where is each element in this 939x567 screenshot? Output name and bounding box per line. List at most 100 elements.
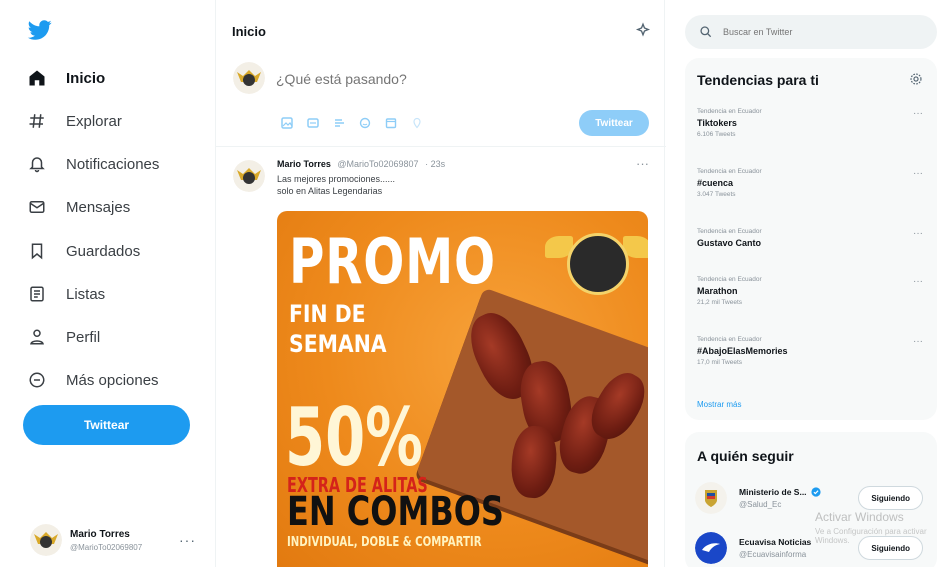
- compose-input[interactable]: [276, 68, 636, 90]
- nav-item-label: Inicio: [66, 69, 106, 87]
- trend-item[interactable]: Tendencia en Ecuador Marathon 21,2 mil T…: [697, 276, 927, 306]
- search-input[interactable]: [723, 27, 913, 37]
- gear-icon[interactable]: [909, 72, 923, 86]
- trend-item[interactable]: Tendencia en Ecuador #cuenca 3.047 Tweet…: [697, 168, 927, 198]
- page-title: Inicio: [232, 24, 266, 39]
- tweet[interactable]: Mario Torres @MarioTo02069807 · 23s ··· …: [216, 148, 666, 567]
- compose-tweet-button[interactable]: Twittear: [579, 110, 649, 136]
- avatar: [233, 62, 265, 94]
- tweet-handle: @MarioTo02069807: [337, 159, 419, 169]
- trend-item[interactable]: Tendencia en Ecuador #AbajoElasMemories …: [697, 336, 927, 366]
- bell-icon: [26, 153, 48, 175]
- follow-name: Ministerio de S...: [739, 487, 849, 497]
- trend-context: Tendencia en Ecuador: [697, 276, 762, 283]
- bookmark-icon: [26, 240, 48, 262]
- more-icon[interactable]: ···: [913, 168, 923, 179]
- nav-item-perfil[interactable]: Perfil: [26, 323, 100, 351]
- trend-name: Gustavo Canto: [697, 238, 762, 248]
- trend-context: Tendencia en Ecuador: [697, 168, 762, 175]
- trend-context: Tendencia en Ecuador: [697, 336, 762, 343]
- tweet-text: Las mejores promociones...... solo en Al…: [277, 173, 395, 197]
- nav-item-label: Mensajes: [66, 198, 131, 216]
- avatar: [695, 532, 727, 564]
- promo-discount: 50%: [285, 391, 423, 484]
- more-circle-icon: [26, 369, 48, 391]
- twitter-logo-icon[interactable]: [26, 18, 54, 42]
- nav-item-explorar[interactable]: Explorar: [26, 107, 122, 135]
- sparkle-icon[interactable]: [634, 22, 652, 40]
- tweet-media-image[interactable]: PROMO FIN DE SEMANA 50% EXTRA DE ALITAS …: [277, 211, 648, 567]
- follow-handle: @Ecuavisainforma: [739, 550, 807, 559]
- trends-panel: Tendencias para ti Tendencia en Ecuador …: [685, 58, 937, 420]
- who-to-follow-panel: A quién seguir Ministerio de S... @Salud…: [685, 432, 937, 567]
- composer-toolbar: [278, 114, 434, 132]
- nav-item-mensajes[interactable]: Mensajes: [26, 193, 130, 221]
- nav-item-guardados[interactable]: Guardados: [26, 237, 140, 265]
- image-icon[interactable]: [278, 114, 296, 132]
- nav-item-label: Guardados: [66, 242, 141, 260]
- promo-subline: FIN DE: [289, 300, 366, 328]
- tweet-text-line: Las mejores promociones......: [277, 174, 396, 184]
- show-more-link[interactable]: Mostrar más: [697, 400, 741, 409]
- nav-item-label: Más opciones: [66, 371, 159, 389]
- poll-icon[interactable]: [330, 114, 348, 132]
- location-icon[interactable]: [408, 114, 426, 132]
- nav-item-label: Explorar: [66, 112, 122, 130]
- nav-item-label: Listas: [66, 285, 106, 303]
- account-name: Mario Torres: [70, 528, 130, 540]
- trend-name: Marathon: [697, 286, 738, 296]
- trend-context: Tendencia en Ecuador: [697, 228, 762, 235]
- more-icon[interactable]: ···: [913, 336, 923, 347]
- trend-item[interactable]: Tendencia en Ecuador Tiktokers 6.106 Twe…: [697, 108, 927, 138]
- more-icon[interactable]: ···: [913, 228, 923, 239]
- right-column: Tendencias para ti Tendencia en Ecuador …: [683, 0, 939, 567]
- home-icon: [26, 67, 48, 89]
- main-header: Inicio: [216, 0, 666, 50]
- gif-icon[interactable]: [304, 114, 322, 132]
- trend-count: 3.047 Tweets: [697, 191, 736, 198]
- account-handle: @MarioTo02069807: [70, 542, 143, 552]
- avatar: [695, 482, 727, 514]
- follow-title: A quién seguir: [697, 448, 794, 464]
- promo-headline: PROMO: [289, 225, 496, 298]
- main-column: Inicio ¿Qué está pasando? Twittear Mario…: [215, 0, 666, 567]
- search-icon: [700, 26, 712, 38]
- more-icon[interactable]: ···: [913, 108, 923, 119]
- nav-item-mas-opciones[interactable]: Más opciones: [26, 366, 159, 394]
- tweet-composer: Twittear: [216, 52, 666, 147]
- following-button[interactable]: Siguiendo: [858, 486, 923, 510]
- list-icon: [26, 283, 48, 305]
- nav-item-listas[interactable]: Listas: [26, 280, 105, 308]
- search-box[interactable]: [685, 15, 937, 49]
- nav-item-label: Notificaciones: [66, 155, 160, 173]
- trend-name: #AbajoElasMemories: [697, 346, 788, 356]
- nav-item-inicio[interactable]: Inicio: [26, 64, 105, 92]
- trend-count: 17,0 mil Tweets: [697, 359, 743, 366]
- trend-name: Tiktokers: [697, 118, 737, 128]
- sidebar: Inicio Explorar Notificaciones Mensajes …: [0, 0, 215, 567]
- schedule-icon[interactable]: [382, 114, 400, 132]
- avatar[interactable]: [233, 160, 265, 192]
- promo-combos: EN COMBOS: [287, 489, 504, 535]
- trend-item[interactable]: Tendencia en Ecuador Gustavo Canto ···: [697, 228, 927, 251]
- more-icon: ···: [179, 532, 196, 548]
- follow-name-text: Ecuavisa Noticias: [739, 537, 812, 547]
- nav-item-notificaciones[interactable]: Notificaciones: [26, 150, 159, 178]
- trend-context: Tendencia en Ecuador: [697, 108, 762, 115]
- tweet-header: Mario Torres @MarioTo02069807 · 23s: [277, 159, 445, 169]
- tweet-more-icon[interactable]: ···: [636, 156, 649, 171]
- more-icon[interactable]: ···: [913, 276, 923, 287]
- mail-icon: [26, 196, 48, 218]
- emoji-icon[interactable]: [356, 114, 374, 132]
- person-icon: [26, 326, 48, 348]
- tweet-author[interactable]: Mario Torres: [277, 159, 331, 169]
- trend-count: 21,2 mil Tweets: [697, 299, 743, 306]
- tweet-time: · 23s: [425, 159, 446, 169]
- tweet-button[interactable]: Twittear: [23, 405, 190, 445]
- trend-count: 6.106 Tweets: [697, 131, 736, 138]
- verified-badge-icon: [810, 487, 821, 497]
- account-switcher[interactable]: Mario Torres @MarioTo02069807 ···: [30, 520, 210, 560]
- follow-name-text: Ministerio de S...: [739, 487, 807, 497]
- avatar: [30, 524, 62, 556]
- promo-subline: SEMANA: [289, 330, 387, 358]
